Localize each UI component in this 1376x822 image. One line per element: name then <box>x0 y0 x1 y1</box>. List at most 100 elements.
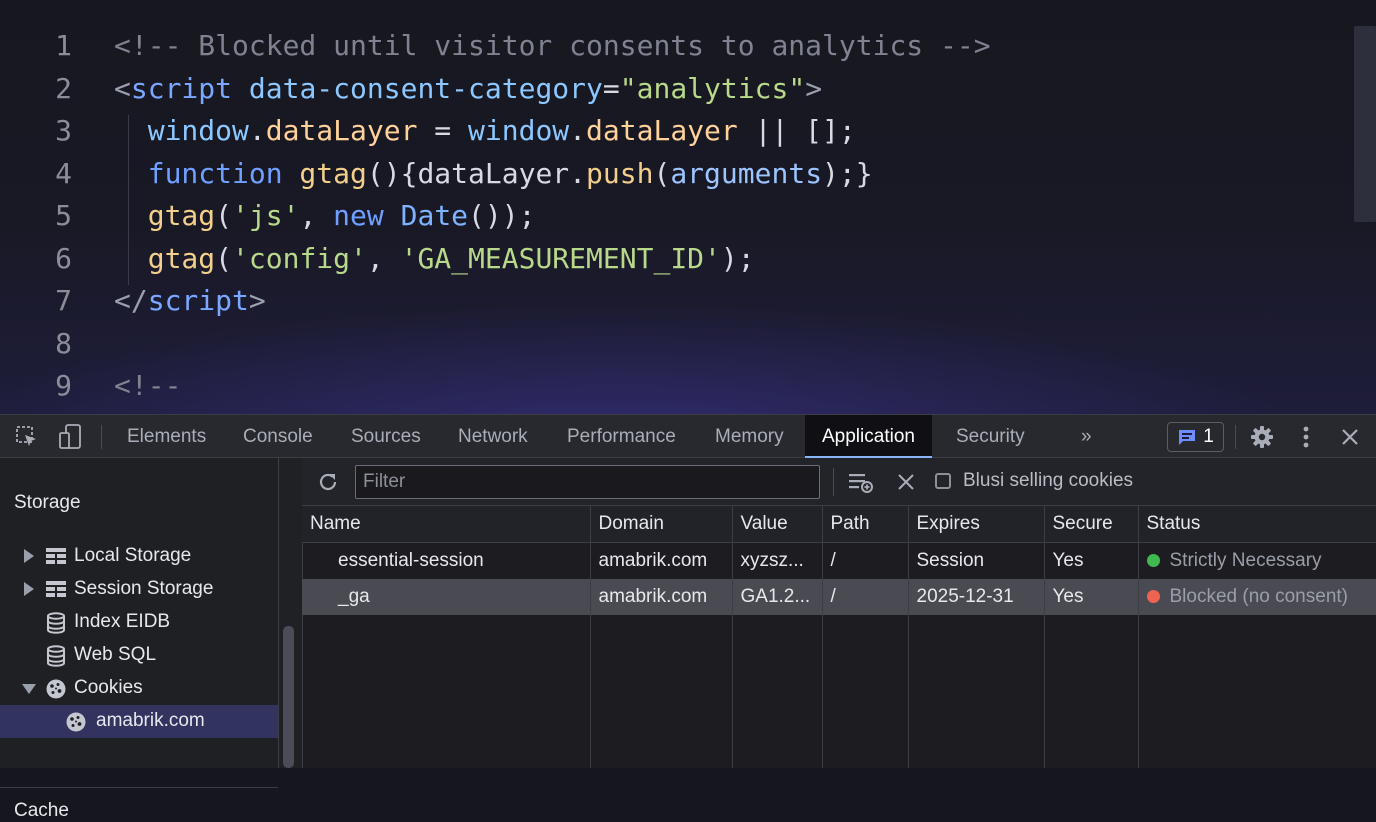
close-icon[interactable] <box>1336 423 1364 451</box>
issues-chat-icon <box>1179 430 1196 445</box>
code-editor[interactable]: 1 <!-- Blocked until visitor consents to … <box>0 0 1376 414</box>
database-icon <box>45 645 67 667</box>
cell-secure: Yes <box>1044 579 1139 615</box>
code-token: script <box>130 71 233 105</box>
code-text: <!-- Blocked until visitor consents to a… <box>114 25 991 67</box>
cell-path: / <box>822 579 909 615</box>
code-token: script <box>147 284 249 317</box>
tab-network[interactable]: Network <box>441 415 545 458</box>
expanded-arrow-icon[interactable] <box>22 684 36 694</box>
cell-expires: 2025-12-31 <box>908 579 1045 615</box>
code-token: <!-- <box>114 369 182 402</box>
settings-gear-icon[interactable] <box>1248 423 1276 451</box>
tab-console[interactable]: Console <box>226 415 330 458</box>
code-token: 'js' <box>232 199 300 232</box>
table-grid-icon <box>45 546 67 568</box>
code-token: );} <box>822 156 873 190</box>
sidebar-divider <box>0 787 278 788</box>
line-number: 9 <box>55 369 72 402</box>
column-header[interactable]: Status <box>1138 506 1376 543</box>
storage-section-heading: Storage <box>14 492 81 513</box>
code-text: function gtag(){dataLayer.push(arguments… <box>114 153 873 195</box>
cell-status: Strictly Necessary <box>1138 542 1376 579</box>
cookie-filter-input[interactable] <box>355 465 820 499</box>
status-dot-icon <box>1146 554 1160 567</box>
column-header[interactable]: Expires <box>908 506 1045 543</box>
collapsed-arrow-icon[interactable] <box>24 549 34 563</box>
sidebar-item-label: Index EIDB <box>74 611 171 632</box>
cache-section-heading: Cache <box>14 800 69 821</box>
issues-count: 1 <box>1203 426 1214 447</box>
column-header[interactable]: Name <box>302 506 591 543</box>
sidebar-item-label: Local Storage <box>74 545 192 566</box>
cell-domain: amabrik.com <box>590 542 733 579</box>
sidebar-item-label: Web SQL <box>74 644 157 665</box>
refresh-icon[interactable] <box>314 468 342 496</box>
cell-status: Blocked (no consent) <box>1138 579 1376 615</box>
cookie-icon <box>45 678 67 700</box>
tab-sources[interactable]: Sources <box>334 415 438 458</box>
code-token: new <box>333 199 384 232</box>
code-token: dataLayer <box>586 114 738 147</box>
inspect-element-icon[interactable] <box>13 423 41 451</box>
sidebar-item[interactable]: amabrik.com <box>0 705 278 738</box>
tab-performance[interactable]: Performance <box>550 415 693 458</box>
table-row[interactable]: essential-session amabrik.com xyzsz... / Ses… <box>302 542 1376 579</box>
line-number: 8 <box>55 326 72 360</box>
code-token: <!-- Blocked until visitor consents to a… <box>114 29 991 62</box>
sidebar-item-label: Cookies <box>74 677 143 698</box>
tab-elements[interactable]: Elements <box>110 415 223 458</box>
code-token: 'config' <box>232 241 367 275</box>
delete-all-cookies-icon[interactable] <box>892 468 920 496</box>
cell-secure: Yes <box>1044 542 1139 579</box>
tab-application[interactable]: Application <box>805 415 932 458</box>
more-tabs-icon[interactable]: » <box>1064 415 1109 458</box>
column-header[interactable]: Domain <box>590 506 733 543</box>
editor-scrollbar[interactable] <box>1354 26 1376 222</box>
status-text: Blocked (no consent) <box>1169 586 1349 607</box>
column-header[interactable]: Value <box>732 506 823 543</box>
column-divider <box>822 614 823 768</box>
code-token: gtag <box>114 199 216 232</box>
sidebar-item[interactable]: Cookies <box>0 672 278 705</box>
code-token: . <box>248 114 266 147</box>
line-number: 5 <box>55 199 72 232</box>
code-token: < <box>114 71 131 105</box>
kebab-menu-icon[interactable] <box>1292 423 1320 451</box>
collapsed-arrow-icon[interactable] <box>24 582 34 596</box>
code-token: > <box>248 284 266 317</box>
clear-filtered-cookies-icon[interactable] <box>847 468 875 496</box>
status-dot-icon <box>1146 590 1160 603</box>
code-token: ( <box>215 199 233 232</box>
issues-badge[interactable]: 1 <box>1167 422 1224 452</box>
column-header[interactable]: Secure <box>1044 506 1139 543</box>
line-number: 3 <box>55 114 72 147</box>
code-token: . <box>569 114 587 147</box>
tab-memory[interactable]: Memory <box>698 415 801 458</box>
column-header[interactable]: Path <box>822 506 909 543</box>
table-row[interactable]: _ga amabrik.com GA1.2.../2025-12-31 Yes Bloc… <box>302 579 1376 615</box>
cell-path: / <box>822 542 909 579</box>
cell-name: essential-session <box>302 542 591 579</box>
sidebar-item[interactable]: Web SQL <box>0 639 278 672</box>
toolbar-separator <box>1235 425 1236 449</box>
only-blocked-checkbox[interactable] <box>935 473 951 489</box>
sidebar-item[interactable]: Index EIDB <box>0 606 278 639</box>
code-token: data-consent-category <box>232 71 603 105</box>
device-toolbar-icon[interactable] <box>56 423 84 451</box>
sidebar-item[interactable]: Local Storage <box>0 540 278 573</box>
sidebar-scrollbar[interactable] <box>283 626 294 768</box>
sidebar-item-label: Session Storage <box>74 578 214 599</box>
code-token: ); <box>720 241 755 275</box>
table-grid-icon <box>45 579 67 601</box>
sidebar-item-label: amabrik.com <box>96 710 205 731</box>
code-token: , <box>366 241 401 275</box>
column-divider <box>590 614 591 768</box>
code-token: 'GA_MEASUREMENT_ID' <box>400 241 721 275</box>
table-empty-area <box>302 614 1376 768</box>
code-token: ()); <box>468 199 536 232</box>
code-token: window <box>114 114 249 147</box>
sidebar-item[interactable]: Session Storage <box>0 573 278 606</box>
tab-security[interactable]: Security <box>939 415 1042 458</box>
column-divider <box>908 614 909 768</box>
